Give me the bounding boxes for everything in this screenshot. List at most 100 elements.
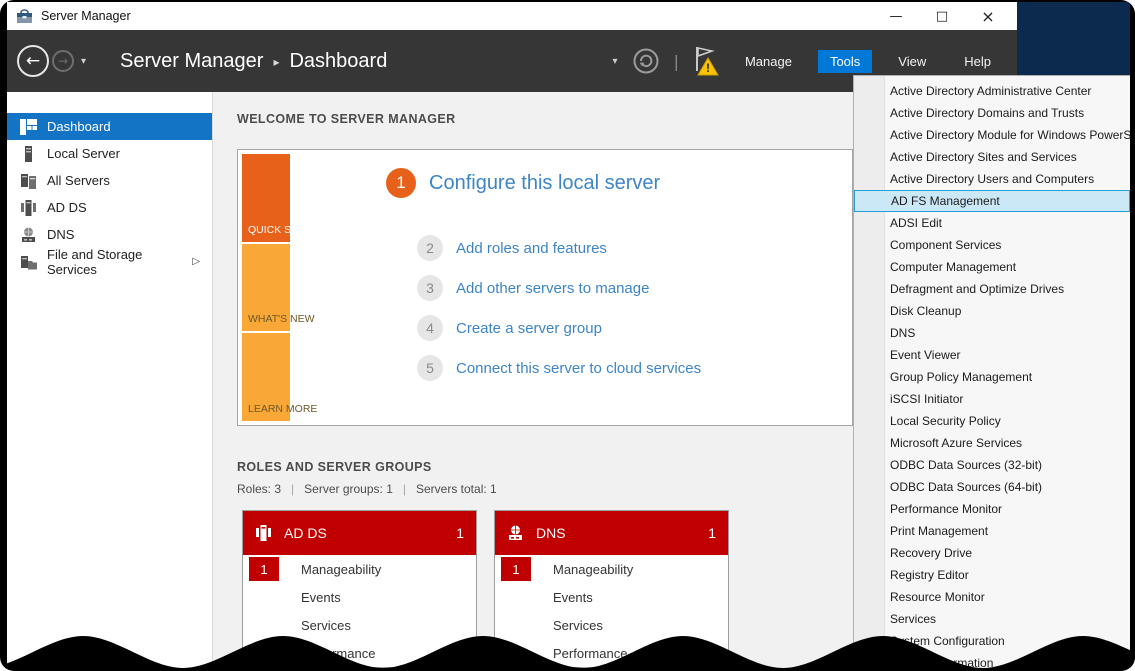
local-server-icon xyxy=(20,146,37,162)
tools-menu-item[interactable]: Event Viewer xyxy=(854,344,1130,366)
tile-count: 1 xyxy=(456,525,464,541)
tile-row-performance[interactable]: Performance xyxy=(495,639,728,667)
breadcrumb-current[interactable]: Dashboard xyxy=(289,50,387,73)
tools-menu-item[interactable]: iSCSI Initiator xyxy=(854,388,1130,410)
tile-row-events[interactable]: Events xyxy=(495,583,728,611)
tools-menu-item[interactable]: Resource Monitor xyxy=(854,586,1130,608)
tools-menu-item[interactable]: Active Directory Administrative Center xyxy=(854,80,1130,102)
tools-menu-item[interactable]: Active Directory Domains and Trusts xyxy=(854,102,1130,124)
step-number: 3 xyxy=(417,275,443,301)
tools-menu-item[interactable]: ODBC Data Sources (32-bit) xyxy=(854,454,1130,476)
tile-row-label[interactable]: Performance xyxy=(301,646,375,661)
whats-new-tab[interactable]: WHAT'S NEW xyxy=(242,244,290,332)
tools-menu-item[interactable]: Active Directory Sites and Services xyxy=(854,146,1130,168)
navbar-menu-item[interactable]: Help xyxy=(952,50,1003,73)
tools-menu-item[interactable]: Local Security Policy xyxy=(854,410,1130,432)
step-configure-local-server[interactable]: 1 Configure this local server xyxy=(386,168,660,198)
sidebar-item-local-server[interactable]: Local Server xyxy=(7,140,212,167)
tile-row-label[interactable]: Manageability xyxy=(553,562,633,577)
screen: Server Manager — □ × ← → ▾ Server Manage… xyxy=(7,2,1130,671)
tile-row-label[interactable]: Manageability xyxy=(301,562,381,577)
tools-menu-item[interactable]: Recovery Drive xyxy=(854,542,1130,564)
alert-badge: 1 xyxy=(249,557,279,581)
maximize-button[interactable]: □ xyxy=(919,2,965,30)
sidebar-item-label: File and Storage Services xyxy=(47,247,182,277)
step-link[interactable]: Configure this local server xyxy=(429,172,660,195)
step-add-servers[interactable]: 3 Add other servers to manage xyxy=(417,275,649,301)
forward-icon[interactable]: → xyxy=(52,50,74,72)
refresh-icon[interactable] xyxy=(632,47,660,75)
tile-header: AD DS 1 xyxy=(243,511,476,555)
role-tiles: AD DS 1 1 Manageability Events xyxy=(242,510,729,668)
tools-menu-item[interactable]: Active Directory Module for Windows Powe… xyxy=(854,124,1130,146)
tools-menu-item[interactable]: Registry Editor xyxy=(854,564,1130,586)
minimize-button[interactable]: — xyxy=(873,2,919,30)
tile-row-label[interactable]: Performance xyxy=(553,646,627,661)
step-link[interactable]: Connect this server to cloud services xyxy=(456,360,701,377)
tile-row-services[interactable]: Services xyxy=(243,611,476,639)
dropdown-caret-icon[interactable]: ▾ xyxy=(613,56,618,67)
tools-menu-item[interactable]: Disk Cleanup xyxy=(854,300,1130,322)
tools-menu-item[interactable]: Performance Monitor xyxy=(854,498,1130,520)
notification-flag-icon[interactable]: ! xyxy=(693,46,719,76)
sidebar-item-label: Local Server xyxy=(47,146,120,161)
tile-row-manageability[interactable]: 1 Manageability xyxy=(243,555,476,583)
tools-menu-item[interactable]: Print Management xyxy=(854,520,1130,542)
tools-menu-item[interactable]: System Information xyxy=(854,652,1130,671)
welcome-strip: QUICK START WHAT'S NEW LEARN MORE xyxy=(242,154,290,421)
svg-text:!: ! xyxy=(706,61,710,75)
navbar-menu-item[interactable]: Tools xyxy=(818,50,872,73)
tile-name: AD DS xyxy=(284,525,327,541)
step-link[interactable]: Create a server group xyxy=(456,320,602,337)
tile-row-events[interactable]: Events xyxy=(243,583,476,611)
tools-menu-item[interactable]: System Configuration xyxy=(854,630,1130,652)
navbar-menu-item[interactable]: View xyxy=(886,50,938,73)
tile-row-performance[interactable]: Performance xyxy=(243,639,476,667)
tools-menu-item[interactable]: Microsoft Azure Services xyxy=(854,432,1130,454)
tile-ad-ds: AD DS 1 1 Manageability Events xyxy=(242,510,477,668)
tile-row-services[interactable]: Services xyxy=(495,611,728,639)
tools-menu-item[interactable]: Computer Management xyxy=(854,256,1130,278)
tools-menu-item[interactable]: DNS xyxy=(854,322,1130,344)
back-icon[interactable]: ← xyxy=(17,45,49,77)
tile-row-label[interactable]: Events xyxy=(301,590,341,605)
quick-start-label: QUICK START xyxy=(248,224,318,236)
tile-row-label[interactable]: Services xyxy=(301,618,351,633)
tools-menu-item[interactable]: Component Services xyxy=(854,234,1130,256)
sidebar-item-file-storage[interactable]: File and Storage Services ▷ xyxy=(7,248,212,275)
learn-more-label: LEARN MORE xyxy=(248,403,317,415)
count-separator: | xyxy=(291,482,294,496)
step-link[interactable]: Add roles and features xyxy=(456,240,607,257)
tools-menu-item[interactable]: Active Directory Users and Computers xyxy=(854,168,1130,190)
sidebar-item-dashboard[interactable]: Dashboard xyxy=(7,113,212,140)
tile-row-label[interactable]: Events xyxy=(553,590,593,605)
quick-start-tab[interactable]: QUICK START xyxy=(242,154,290,242)
step-connect-cloud[interactable]: 5 Connect this server to cloud services xyxy=(417,355,701,381)
tile-dns: DNS 1 1 Manageability Events xyxy=(494,510,729,668)
breadcrumb-root[interactable]: Server Manager xyxy=(120,50,263,73)
navbar-menu-item[interactable]: Manage xyxy=(733,50,804,73)
step-add-roles[interactable]: 2 Add roles and features xyxy=(417,235,607,261)
window-title: Server Manager xyxy=(41,9,131,23)
sidebar-item-dns[interactable]: DNS xyxy=(7,221,212,248)
sidebar: Dashboard Local Server xyxy=(7,92,213,671)
badge-spacer xyxy=(501,613,531,637)
learn-more-tab[interactable]: LEARN MORE xyxy=(242,333,290,421)
tools-menu-item[interactable]: Group Policy Management xyxy=(854,366,1130,388)
ad-ds-tile-icon xyxy=(255,525,272,541)
file-storage-icon xyxy=(20,254,37,270)
sidebar-item-ad-ds[interactable]: AD DS xyxy=(7,194,212,221)
step-link[interactable]: Add other servers to manage xyxy=(456,280,649,297)
count-separator: | xyxy=(403,482,406,496)
tools-menu-item[interactable]: AD FS Management xyxy=(854,190,1130,212)
step-create-group[interactable]: 4 Create a server group xyxy=(417,315,602,341)
tools-menu-item[interactable]: Services xyxy=(854,608,1130,630)
sidebar-item-all-servers[interactable]: All Servers xyxy=(7,167,212,194)
tile-row-manageability[interactable]: 1 Manageability xyxy=(495,555,728,583)
close-button[interactable]: × xyxy=(965,2,1011,30)
tools-menu-item[interactable]: ADSI Edit xyxy=(854,212,1130,234)
tools-menu-item[interactable]: Defragment and Optimize Drives xyxy=(854,278,1130,300)
history-caret-icon[interactable]: ▾ xyxy=(81,56,86,67)
tile-row-label[interactable]: Services xyxy=(553,618,603,633)
tools-menu-item[interactable]: ODBC Data Sources (64-bit) xyxy=(854,476,1130,498)
